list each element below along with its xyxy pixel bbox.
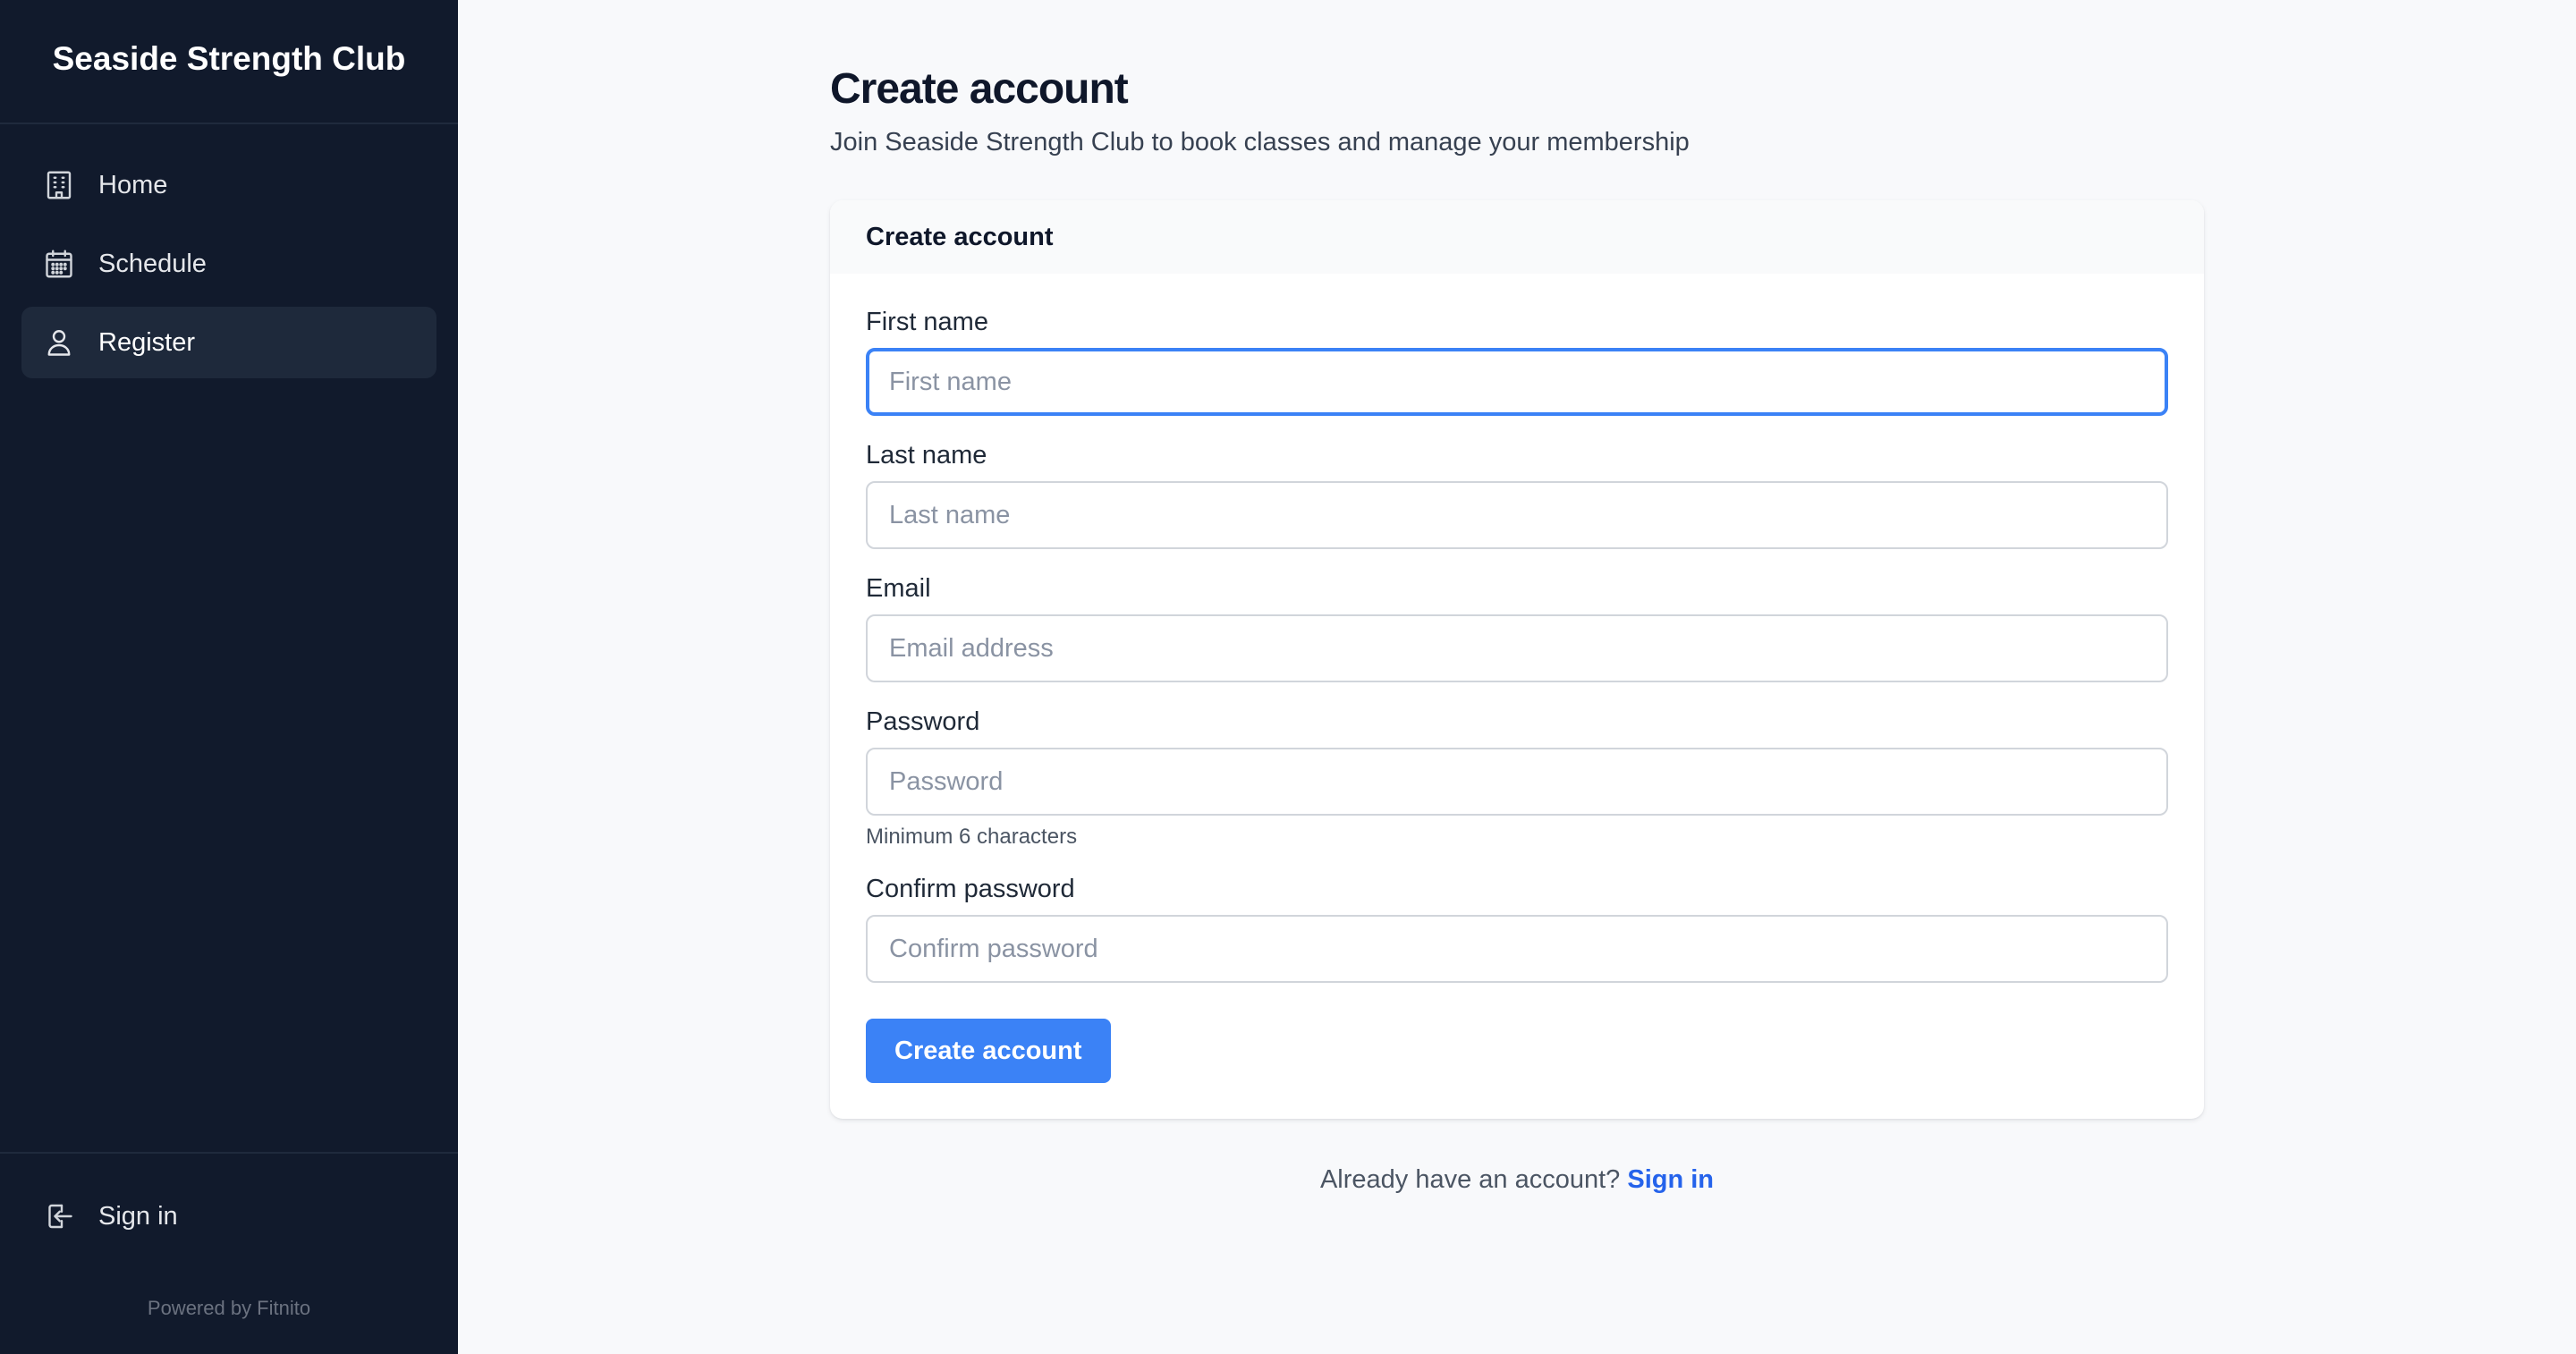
first-name-field: First name xyxy=(866,308,2168,416)
sidebar-item-label: Schedule xyxy=(98,249,207,278)
password-field: Password Minimum 6 characters xyxy=(866,707,2168,850)
user-icon xyxy=(43,326,75,359)
sidebar-item-home[interactable]: Home xyxy=(21,149,436,221)
sidebar-item-label: Register xyxy=(98,327,195,357)
last-name-label: Last name xyxy=(866,441,987,470)
confirm-password-field: Confirm password xyxy=(866,875,2168,983)
powered-by: Powered by Fitnito xyxy=(147,1297,311,1319)
confirm-password-input[interactable] xyxy=(866,915,2168,983)
sidebar-item-label: Home xyxy=(98,170,168,199)
first-name-input[interactable] xyxy=(866,348,2168,416)
sidebar-item-register[interactable]: Register xyxy=(21,307,436,378)
email-input[interactable] xyxy=(866,614,2168,682)
building-icon xyxy=(43,169,75,201)
last-name-input[interactable] xyxy=(866,481,2168,549)
card-header: Create account xyxy=(830,200,2204,274)
register-form: First name Last name Email Password Mini… xyxy=(830,274,2204,1119)
sidebar-item-schedule[interactable]: Schedule xyxy=(21,228,436,300)
sign-in-icon xyxy=(43,1200,75,1232)
password-input[interactable] xyxy=(866,748,2168,816)
main-content: Create account Join Seaside Strength Clu… xyxy=(830,0,2204,1195)
signin-label: Sign in xyxy=(98,1201,178,1231)
sidebar-nav: Home Schedule Register xyxy=(0,124,458,378)
email-field: Email xyxy=(866,574,2168,682)
email-label: Email xyxy=(866,574,931,603)
brand-title: Seaside Strength Club xyxy=(0,0,458,124)
page-title: Create account xyxy=(830,65,1129,113)
password-hint: Minimum 6 characters xyxy=(866,825,1078,849)
signin-link[interactable]: Sign in xyxy=(1627,1165,1714,1194)
calendar-icon xyxy=(43,248,75,280)
signin-prompt-text: Already have an account? xyxy=(1319,1165,1621,1194)
sidebar: Seaside Strength Club Home Schedule Regi… xyxy=(0,0,458,1354)
create-account-button[interactable]: Create account xyxy=(866,1019,1111,1083)
sidebar-footer: Sign in Powered by Fitnito xyxy=(0,1152,458,1354)
password-label: Password xyxy=(866,707,980,736)
first-name-label: First name xyxy=(866,308,988,336)
register-card: Create account First name Last name Emai… xyxy=(830,200,2204,1119)
signin-prompt: Already have an account? Sign in xyxy=(830,1165,2204,1195)
sidebar-signin-link[interactable]: Sign in xyxy=(21,1181,436,1252)
confirm-password-label: Confirm password xyxy=(866,875,1075,903)
last-name-field: Last name xyxy=(866,441,2168,549)
page-subtitle: Join Seaside Strength Club to book class… xyxy=(830,128,1690,157)
